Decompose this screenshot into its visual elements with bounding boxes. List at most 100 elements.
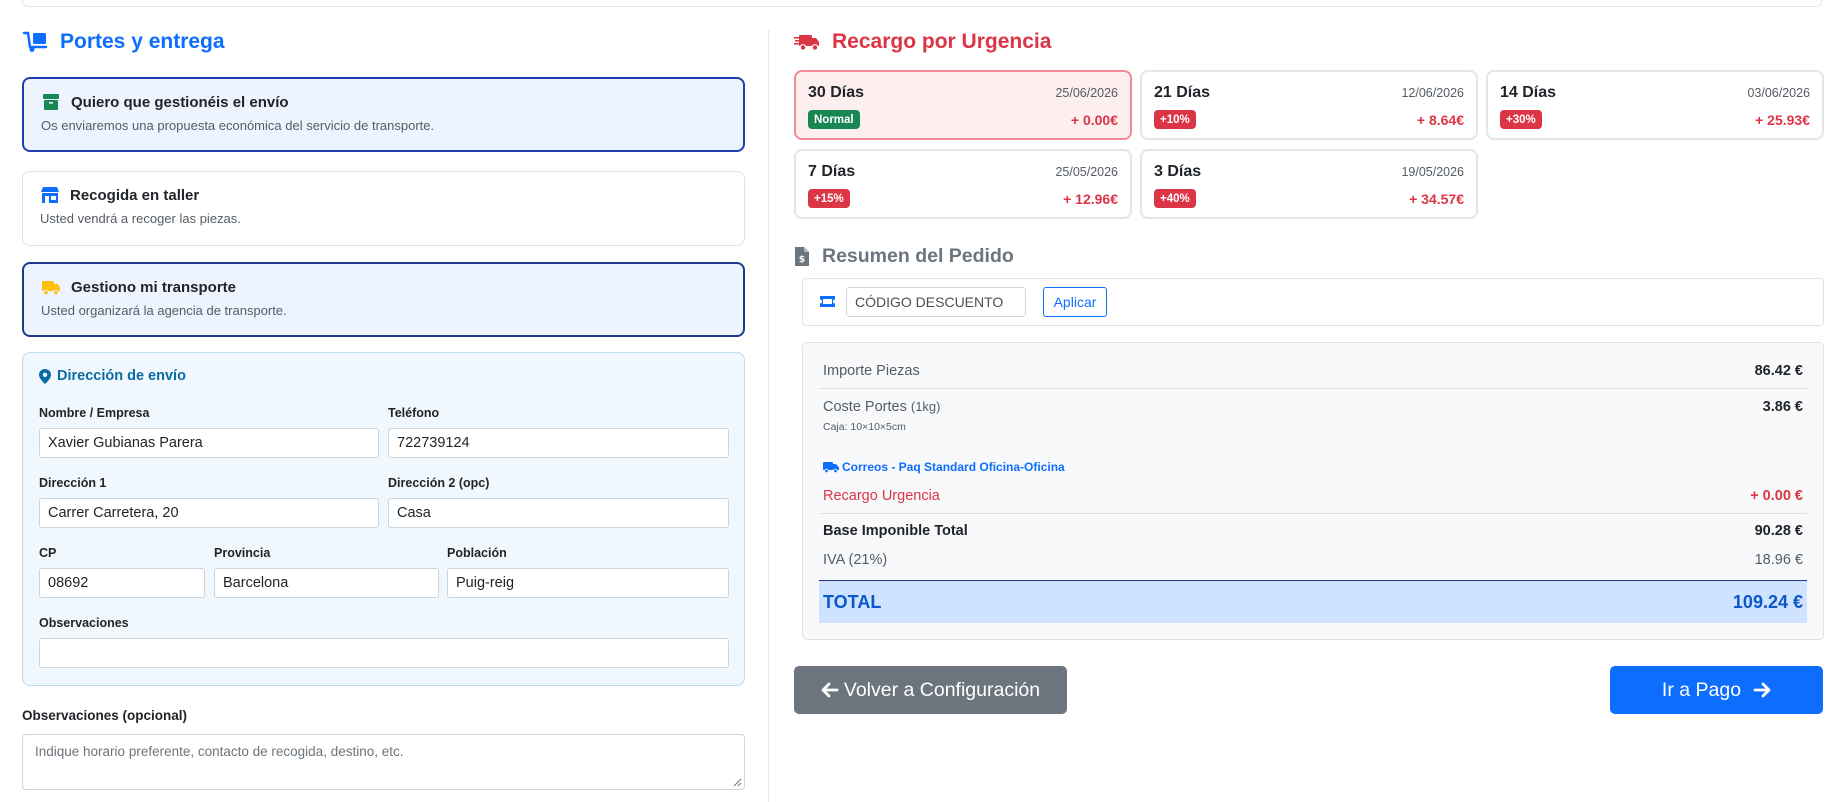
go-to-payment-button[interactable]: Ir a Pago xyxy=(1610,666,1823,714)
address-title-text: Dirección de envío xyxy=(57,368,186,384)
top-card-edge xyxy=(22,0,1822,7)
town-input[interactable]: Puig-reig xyxy=(447,568,729,598)
svg-text:$: $ xyxy=(799,255,805,265)
iva-value: 18.96 € xyxy=(1754,552,1803,568)
truck-icon xyxy=(42,281,60,296)
box-dimensions: Caja: 10×10×5cm xyxy=(823,421,906,433)
summary-title-text: Resumen del Pedido xyxy=(822,244,1014,267)
shipping-option-label: Quiero que gestionéis el envío xyxy=(71,93,289,111)
urgency-days: 3 Días xyxy=(1154,163,1202,180)
notes-input[interactable] xyxy=(39,638,729,668)
summary-section-title: $ Resumen del Pedido xyxy=(794,240,1014,272)
shipping-option-desc: Os enviaremos una propuesta económica de… xyxy=(41,118,435,133)
total-row: TOTAL 109.24 € xyxy=(819,580,1807,623)
urgency-date: 25/05/2026 xyxy=(1055,165,1118,179)
urgency-days: 21 Días xyxy=(1154,84,1211,101)
address-title: Dirección de envío xyxy=(39,368,186,384)
shipping-cost-label: Coste Portes xyxy=(823,399,907,415)
urgency-date: 12/06/2026 xyxy=(1401,86,1464,100)
name-label: Nombre / Empresa xyxy=(39,406,150,420)
phone-input[interactable]: 722739124 xyxy=(388,428,729,458)
address1-input[interactable]: Carrer Carretera, 20 xyxy=(39,498,379,528)
arrow-right-icon xyxy=(1753,682,1771,698)
name-input[interactable]: Xavier Gubianas Parera xyxy=(39,428,379,458)
base-label: Base Imponible Total xyxy=(823,523,968,539)
urgency-days: 30 Días xyxy=(808,84,865,101)
town-label: Población xyxy=(447,546,507,560)
carrier-name: Correos - Paq Standard Oficina-Oficina xyxy=(842,460,1065,474)
shipping-column: Portes y entrega Quiero que gestionéis e… xyxy=(22,26,745,790)
urgency-section-title: Recargo por Urgencia xyxy=(794,26,1824,58)
observations-textarea[interactable]: Indique horario preferente, contacto de … xyxy=(22,734,745,790)
cp-label: CP xyxy=(39,546,57,560)
order-summary-box: Importe Piezas 86.42 € Coste Portes (1kg… xyxy=(802,342,1824,640)
shipping-option-own-transport[interactable]: Gestiono mi transporte Usted organizará … xyxy=(22,262,745,337)
apply-discount-button[interactable]: Aplicar xyxy=(1043,287,1107,317)
resize-grip-icon[interactable] xyxy=(733,778,742,787)
order-column: Recargo por Urgencia 30 Días 25/06/2026 … xyxy=(794,26,1824,714)
shipping-option-managed[interactable]: Quiero que gestionéis el envío Os enviar… xyxy=(22,77,745,152)
discount-box: CÓDIGO DESCUENTO Aplicar xyxy=(802,278,1824,326)
urgency-title-text: Recargo por Urgencia xyxy=(832,30,1052,53)
address1-label: Dirección 1 xyxy=(39,476,107,490)
carrier-line: Correos - Paq Standard Oficina-Oficina xyxy=(823,460,1065,474)
urgency-option-30[interactable]: 30 Días 25/06/2026 Normal + 0.00€ xyxy=(794,70,1132,140)
urgency-date: 25/06/2026 xyxy=(1055,86,1118,100)
shipping-address-panel: Dirección de envío Nombre / Empresa Xavi… xyxy=(22,352,745,686)
urgency-days: 14 Días xyxy=(1500,84,1557,101)
shipping-option-desc: Usted vendrá a recoger las piezas. xyxy=(40,211,241,226)
base-value: 90.28 € xyxy=(1754,523,1803,539)
fast-truck-icon xyxy=(794,35,819,51)
urgency-badge: +10% xyxy=(1154,110,1196,129)
dolly-icon xyxy=(22,31,48,52)
shipping-option-label: Recogida en taller xyxy=(70,186,200,204)
parts-label: Importe Piezas xyxy=(823,363,920,379)
cp-input[interactable]: 08692 xyxy=(39,568,205,598)
urgency-option-7[interactable]: 7 Días 25/05/2026 +15% + 12.96€ xyxy=(794,149,1132,219)
urgency-date: 03/06/2026 xyxy=(1747,86,1810,100)
iva-label: IVA (21%) xyxy=(823,552,888,568)
box-icon xyxy=(43,94,59,110)
urgency-surcharge: + 8.64€ xyxy=(1416,112,1464,128)
shipping-section-title: Portes y entrega xyxy=(22,26,745,58)
back-to-config-button[interactable]: Volver a Configuración xyxy=(794,666,1067,714)
address2-input[interactable]: Casa xyxy=(388,498,729,528)
urgency-surcharge: + 34.57€ xyxy=(1409,191,1464,207)
urgency-badge: Normal xyxy=(808,110,860,129)
ticket-icon xyxy=(820,296,835,307)
column-divider xyxy=(768,30,769,802)
shipping-cost-value: 3.86 € xyxy=(1762,399,1803,415)
shipping-option-desc: Usted organizará la agencia de transport… xyxy=(41,303,287,318)
shipping-weight: (1kg) xyxy=(910,399,941,414)
urgency-surcharge: + 12.96€ xyxy=(1063,191,1118,207)
urgency-option-21[interactable]: 21 Días 12/06/2026 +10% + 8.64€ xyxy=(1140,70,1478,140)
observations-placeholder: Indique horario preferente, contacto de … xyxy=(35,744,404,759)
back-button-label: Volver a Configuración xyxy=(843,678,1041,701)
province-input[interactable]: Barcelona xyxy=(214,568,439,598)
shipping-option-pickup[interactable]: Recogida en taller Usted vendrá a recoge… xyxy=(22,171,745,246)
urgency-date: 19/05/2026 xyxy=(1401,165,1464,179)
discount-code-input[interactable]: CÓDIGO DESCUENTO xyxy=(846,287,1026,317)
urgency-option-14[interactable]: 14 Días 03/06/2026 +30% + 25.93€ xyxy=(1486,70,1824,140)
summary-divider xyxy=(819,388,1807,389)
summary-divider xyxy=(819,513,1807,514)
shipping-option-label: Gestiono mi transporte xyxy=(71,278,237,296)
shipping-cost-label-group: Coste Portes (1kg) xyxy=(823,399,940,415)
total-label: TOTAL xyxy=(823,592,882,612)
urgency-surcharge: + 0.00€ xyxy=(1070,112,1118,128)
total-value: 109.24 € xyxy=(1732,592,1803,612)
urgency-surcharge-label: Recargo Urgencia xyxy=(823,488,940,504)
urgency-badge: +40% xyxy=(1154,189,1196,208)
map-pin-icon xyxy=(39,368,51,384)
urgency-surcharge-value: + 0.00 € xyxy=(1750,488,1803,504)
address2-label: Dirección 2 (opc) xyxy=(388,476,490,490)
carrier-truck-icon xyxy=(823,462,839,473)
shop-icon xyxy=(41,187,59,203)
arrow-left-icon xyxy=(821,682,839,698)
page-scrollbar[interactable] xyxy=(1836,0,1843,802)
urgency-days: 7 Días xyxy=(808,163,856,180)
invoice-icon: $ xyxy=(795,246,809,266)
urgency-option-3[interactable]: 3 Días 19/05/2026 +40% + 34.57€ xyxy=(1140,149,1478,219)
urgency-badge: +15% xyxy=(808,189,850,208)
shipping-title-text: Portes y entrega xyxy=(60,30,225,53)
